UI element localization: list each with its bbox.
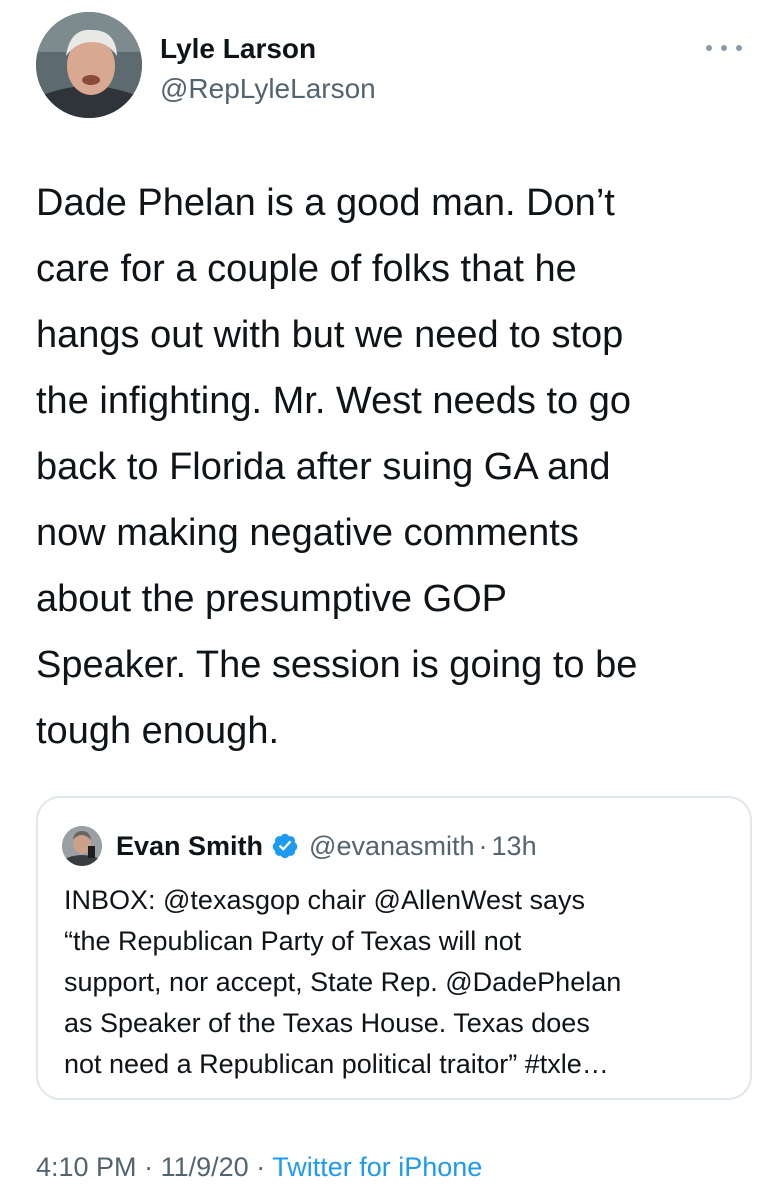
quoted-tweet-header: Evan Smith @evanasmith · 13h xyxy=(62,824,537,868)
quoted-tweet-card[interactable]: Evan Smith @evanasmith · 13h INBOX: @tex… xyxy=(36,796,752,1100)
author-names: Lyle Larson @RepLyleLarson xyxy=(160,32,376,106)
quoted-author-display-name[interactable]: Evan Smith xyxy=(116,831,263,862)
tweet-time[interactable]: 4:10 PM xyxy=(36,1152,137,1182)
author-display-name[interactable]: Lyle Larson xyxy=(160,32,376,66)
more-horizontal-icon[interactable] xyxy=(706,38,742,58)
quoted-timestamp[interactable]: 13h xyxy=(492,831,537,862)
tweet-date[interactable]: 11/9/20 xyxy=(161,1152,249,1182)
author-avatar[interactable] xyxy=(36,12,142,118)
quoted-author-handle[interactable]: @evanasmith xyxy=(309,831,474,862)
tweet-meta: 4:10 PM · 11/9/20 · Twitter for iPhone xyxy=(36,1150,482,1184)
quoted-separator: · xyxy=(478,830,488,861)
quoted-author-avatar[interactable] xyxy=(62,826,102,866)
tweet-body: Dade Phelan is a good man. Don’t care fo… xyxy=(36,182,638,752)
meta-separator: · xyxy=(144,1152,154,1182)
more-dot xyxy=(706,45,712,51)
more-dot xyxy=(721,45,727,51)
tweet-source-link[interactable]: Twitter for iPhone xyxy=(272,1152,482,1182)
verified-badge-icon xyxy=(272,833,298,859)
author-handle[interactable]: @RepLyleLarson xyxy=(160,72,376,106)
more-dot xyxy=(736,45,742,51)
meta-separator: · xyxy=(256,1152,266,1182)
quoted-tweet-body: INBOX: @texasgop chair @AllenWest says “… xyxy=(64,885,622,1079)
tweet-header: Lyle Larson @RepLyleLarson xyxy=(36,12,746,124)
